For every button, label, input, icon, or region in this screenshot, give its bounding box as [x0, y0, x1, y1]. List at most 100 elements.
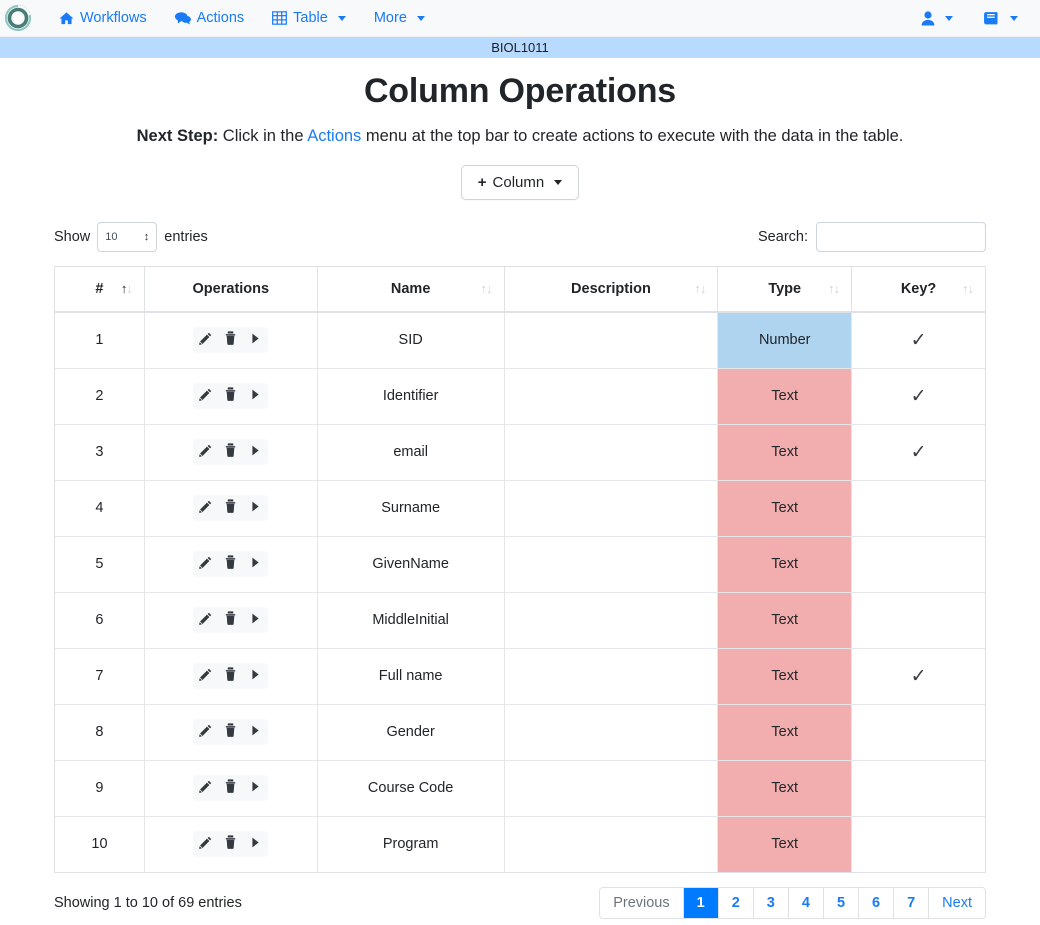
pencil-button[interactable] [193, 719, 218, 745]
pencil-button[interactable] [193, 663, 218, 689]
cell-row-number[interactable]: 3 [54, 423, 145, 480]
course-banner: BIOL1011 [0, 37, 1040, 58]
cell-column-name: Gender [317, 703, 505, 760]
th-type[interactable]: Type ↑ ↓ [717, 266, 853, 313]
caret-right-icon [251, 444, 260, 460]
cell-type: Text [717, 703, 853, 760]
check-icon: ✓ [910, 665, 927, 687]
cell-row-number[interactable]: 10 [54, 815, 145, 872]
cell-row-number[interactable]: 5 [54, 535, 145, 592]
table-row[interactable]: 1 SID Number ✓ [54, 311, 986, 368]
th-description-label: Description [571, 280, 651, 297]
trash-button[interactable] [218, 831, 243, 857]
nav-item-more-label: More [373, 10, 407, 26]
th-number[interactable]: # ↑ ↓ [54, 266, 145, 313]
trash-button[interactable] [218, 327, 243, 353]
cell-column-name: Full name [317, 647, 505, 704]
chevron-down-icon [337, 15, 346, 21]
cell-row-number[interactable]: 8 [54, 703, 145, 760]
table-row[interactable]: 10 Program Text [54, 815, 986, 872]
cell-row-number[interactable]: 9 [54, 759, 145, 816]
cell-type: Text [717, 367, 853, 424]
trash-button[interactable] [218, 383, 243, 409]
pagination-7[interactable]: 7 [894, 887, 930, 918]
pencil-button[interactable] [193, 775, 218, 801]
caret-right-button[interactable] [243, 495, 268, 521]
pagination-2[interactable]: 2 [718, 887, 754, 918]
cell-row-number[interactable]: 2 [54, 367, 145, 424]
table-row[interactable]: 6 MiddleInitial Text [54, 591, 986, 648]
caret-right-icon [251, 612, 260, 628]
caret-right-button[interactable] [243, 607, 268, 633]
pagination-6[interactable]: 6 [859, 887, 895, 918]
page-length-select[interactable]: 10 ↕ [97, 222, 158, 252]
add-column-button[interactable]: + Column [460, 165, 580, 200]
caret-right-button[interactable] [243, 775, 268, 801]
caret-right-button[interactable] [243, 831, 268, 857]
table-row[interactable]: 3 email Text ✓ [54, 423, 986, 480]
pagination-4[interactable]: 4 [788, 887, 824, 918]
pencil-button[interactable] [193, 383, 218, 409]
cell-row-number[interactable]: 1 [54, 311, 145, 368]
nav-item-table[interactable]: Table [258, 6, 360, 30]
next-step-text: Next Step: Click in the Actions menu at … [0, 127, 1040, 146]
nav-item-workflows[interactable]: Workflows [45, 6, 161, 30]
pencil-button[interactable] [193, 439, 218, 465]
trash-button[interactable] [218, 551, 243, 577]
pencil-button[interactable] [193, 831, 218, 857]
trash-button[interactable] [218, 495, 243, 521]
table-head: # ↑ ↓ Operations Name ↑ ↓ Description ↑ … [54, 266, 986, 313]
pencil-button[interactable] [193, 607, 218, 633]
cell-row-number[interactable]: 4 [54, 479, 145, 536]
pagination-5[interactable]: 5 [823, 887, 860, 918]
pagination-next[interactable]: Next [929, 887, 985, 918]
th-key-label: Key? [900, 280, 937, 297]
trash-button[interactable] [218, 719, 243, 745]
nav-item-more[interactable]: More [360, 6, 439, 30]
th-name[interactable]: Name ↑ ↓ [317, 266, 505, 313]
type-badge: Text [718, 760, 852, 816]
table-row[interactable]: 7 Full name Text ✓ [54, 647, 986, 704]
pagination-3[interactable]: 3 [753, 887, 789, 918]
row-operations-group [193, 327, 269, 353]
trash-button[interactable] [218, 775, 243, 801]
next-step-actions-link[interactable]: Actions [307, 127, 361, 145]
trash-button[interactable] [218, 439, 243, 465]
cell-column-name: GivenName [317, 535, 505, 592]
cell-row-number[interactable]: 7 [54, 647, 145, 704]
pagination-1[interactable]: 1 [683, 887, 719, 918]
caret-right-icon [251, 836, 260, 852]
caret-right-button[interactable] [243, 551, 268, 577]
table-row[interactable]: 8 Gender Text [54, 703, 986, 760]
app-logo[interactable] [3, 3, 33, 33]
cell-row-number[interactable]: 6 [54, 591, 145, 648]
table-row[interactable]: 2 Identifier Text ✓ [54, 367, 986, 424]
user-menu[interactable] [919, 7, 955, 30]
trash-button[interactable] [218, 607, 243, 633]
add-column-label: Column [492, 174, 545, 191]
caret-right-button[interactable] [243, 327, 268, 353]
caret-right-button[interactable] [243, 383, 268, 409]
th-description[interactable]: Description ↑ ↓ [504, 266, 719, 313]
table-row[interactable]: 5 GivenName Text [54, 535, 986, 592]
table-container: Show 10 ↕ entries Search: # ↑ ↓ Operatio… [54, 222, 986, 925]
pencil-button[interactable] [193, 327, 218, 353]
th-key[interactable]: Key? ↑ ↓ [851, 266, 986, 313]
th-operations[interactable]: Operations [144, 266, 318, 313]
type-badge: Text [718, 480, 852, 536]
course-banner-label: BIOL1011 [491, 40, 549, 55]
nav-item-actions[interactable]: Actions [161, 6, 259, 30]
table-row[interactable]: 4 Surname Text [54, 479, 986, 536]
caret-right-button[interactable] [243, 719, 268, 745]
caret-right-button[interactable] [243, 439, 268, 465]
pencil-icon [199, 780, 212, 797]
search-input[interactable] [816, 222, 986, 252]
pencil-button[interactable] [193, 495, 218, 521]
table-row[interactable]: 9 Course Code Text [54, 759, 986, 816]
pencil-button[interactable] [193, 551, 218, 577]
trash-icon [224, 667, 237, 685]
caret-right-button[interactable] [243, 663, 268, 689]
row-operations-group [193, 551, 269, 577]
trash-button[interactable] [218, 663, 243, 689]
docs-menu[interactable] [981, 7, 1020, 30]
